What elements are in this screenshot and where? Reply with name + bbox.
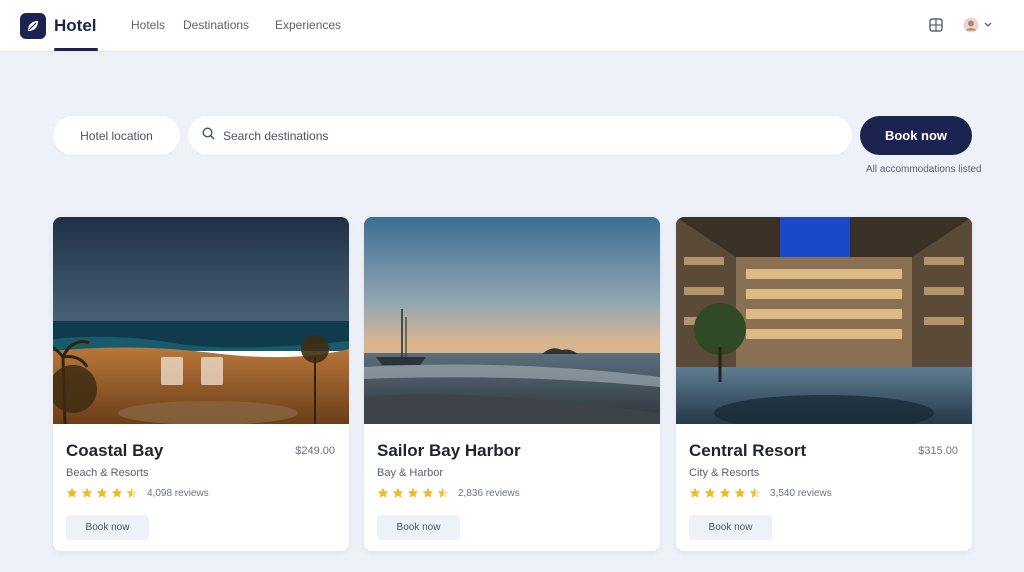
hotel-location: Bay & Harbor (377, 467, 444, 479)
hotel-title: Central Resort (689, 441, 807, 460)
star-icon (422, 487, 434, 498)
brand-name: Hotel (54, 16, 97, 35)
search-bar[interactable] (188, 116, 852, 155)
hotel-card[interactable]: Coastal Bay $249.00 Beach & Resorts 4,09… (53, 217, 349, 551)
top-navigation-bar: Hotel Hotels Destinations Experiences (0, 0, 1024, 52)
leaf-icon (20, 13, 46, 39)
star-icon (704, 487, 716, 498)
chevron-down-icon[interactable] (982, 16, 994, 34)
star-rating: 2,836 reviews (377, 487, 520, 499)
star-rating: 4,098 reviews (66, 487, 209, 499)
hotel-location: Beach & Resorts (66, 467, 149, 479)
star-icon (66, 487, 78, 498)
nav-link-hotels[interactable]: Hotels (131, 18, 165, 32)
hotel-price: $315.00 (918, 445, 958, 457)
star-icon (392, 487, 404, 498)
hotel-title: Sailor Bay Harbor (377, 441, 521, 460)
location-filter-button[interactable]: Hotel location (53, 116, 180, 155)
star-rating: 3,540 reviews (689, 487, 832, 499)
hotel-photo-beach-night (53, 217, 349, 425)
search-input[interactable] (223, 128, 823, 143)
nav-link-destinations[interactable]: Destinations (183, 18, 249, 32)
nav-link-experiences[interactable]: Experiences (275, 18, 341, 32)
star-half-icon (749, 487, 761, 498)
star-icon (96, 487, 108, 498)
review-count: 3,540 reviews (770, 487, 832, 499)
active-nav-indicator (54, 48, 98, 51)
star-half-icon (437, 487, 449, 498)
hotel-card[interactable]: Central Resort $315.00 City & Resorts 3,… (676, 217, 972, 551)
star-icon (111, 487, 123, 498)
hotel-photo-resort-atrium (676, 217, 972, 431)
review-count: 2,836 reviews (458, 487, 520, 499)
avatar-icon[interactable] (962, 16, 980, 34)
card-book-button[interactable]: Book now (689, 515, 772, 540)
star-icon (719, 487, 731, 498)
hotel-location: City & Resorts (689, 467, 760, 479)
star-icon (734, 487, 746, 498)
card-book-button[interactable]: Book now (66, 515, 149, 540)
book-now-button[interactable]: Book now (860, 116, 972, 155)
hotel-title: Coastal Bay (66, 441, 164, 460)
star-half-icon (126, 487, 138, 498)
location-filter-label: Hotel location (80, 128, 153, 143)
hotel-price: $249.00 (295, 445, 335, 457)
hotel-card[interactable]: Sailor Bay Harbor Bay & Harbor 2,836 rev… (364, 217, 660, 551)
star-icon (689, 487, 701, 498)
card-book-button[interactable]: Book now (377, 515, 460, 540)
grid-icon[interactable] (927, 16, 945, 34)
star-icon (81, 487, 93, 498)
results-note: All accommodations listed (866, 164, 982, 175)
search-icon (202, 126, 215, 145)
review-count: 4,098 reviews (147, 487, 209, 499)
star-icon (377, 487, 389, 498)
brand[interactable]: Hotel (20, 12, 97, 40)
hotel-photo-harbor-dusk (364, 217, 660, 424)
star-icon (407, 487, 419, 498)
